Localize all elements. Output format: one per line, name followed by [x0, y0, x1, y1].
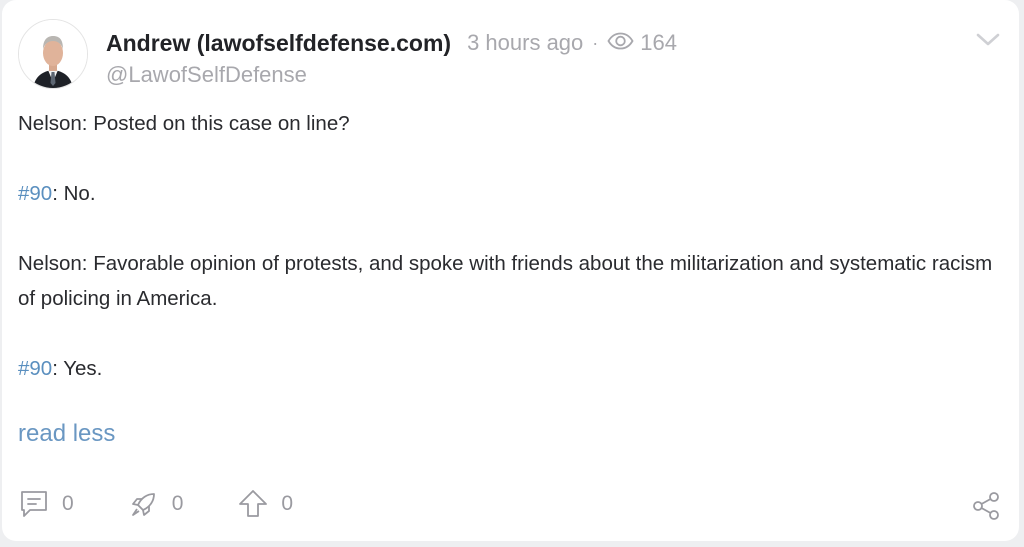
- post-timestamp[interactable]: 3 hours ago: [467, 28, 583, 58]
- post-paragraph: Nelson: Favorable opinion of protests, a…: [18, 252, 993, 310]
- views-value: 164: [640, 30, 677, 55]
- upvote-button[interactable]: 0: [237, 488, 293, 520]
- post-card: Andrew (lawofselfdefense.com) 3 hours ag…: [2, 0, 1019, 541]
- rocket-icon: [128, 488, 160, 520]
- view-count: 164: [607, 28, 677, 58]
- hashtag-link[interactable]: #90: [18, 182, 52, 205]
- comment-button[interactable]: 0: [18, 488, 74, 520]
- read-less-link[interactable]: read less: [18, 418, 115, 450]
- hashtag-link[interactable]: #90: [18, 357, 52, 380]
- repost-count: 0: [171, 492, 184, 515]
- post-body: Nelson: Posted on this case on line? #90…: [18, 106, 998, 421]
- post-paragraph: #90: Yes.: [18, 357, 103, 380]
- comment-count: 0: [62, 492, 74, 515]
- post-header: Andrew (lawofselfdefense.com) 3 hours ag…: [106, 28, 677, 58]
- post-paragraph: Nelson: Posted on this case on line?: [18, 112, 350, 135]
- comment-icon: [18, 488, 50, 520]
- arrow-up-icon: [237, 488, 269, 520]
- post-actions: 0 0 0: [18, 488, 347, 520]
- post-menu-button[interactable]: [975, 29, 1001, 51]
- chevron-down-icon: [976, 33, 1000, 46]
- author-handle[interactable]: @LawofSelfDefense: [106, 61, 307, 89]
- avatar-portrait: [19, 20, 87, 88]
- share-button[interactable]: [970, 490, 1002, 527]
- repost-button[interactable]: 0: [128, 488, 184, 520]
- eye-icon: [607, 28, 634, 58]
- author-name[interactable]: Andrew (lawofselfdefense.com): [106, 28, 451, 58]
- meta-separator: ·: [592, 33, 599, 53]
- post-paragraph: #90: No.: [18, 182, 96, 205]
- share-icon: [973, 492, 999, 520]
- avatar[interactable]: [18, 19, 88, 89]
- upvote-count: 0: [281, 492, 294, 515]
